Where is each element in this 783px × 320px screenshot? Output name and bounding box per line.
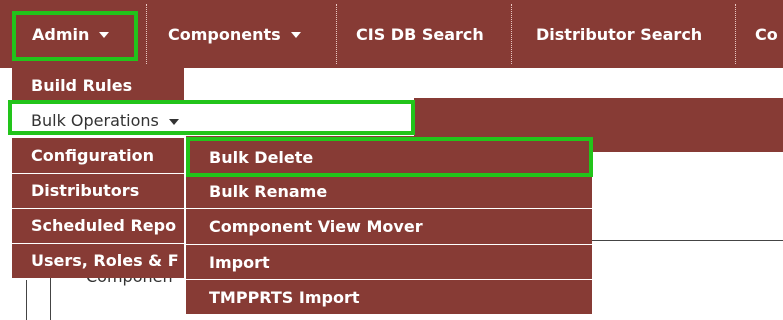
submenu-divider — [186, 244, 592, 245]
nav-components[interactable]: Components — [168, 0, 301, 68]
menu-item-build-rules[interactable]: Build Rules — [12, 68, 184, 103]
submenu-item-bulk-rename[interactable]: Bulk Rename — [186, 174, 592, 208]
bulk-operations-highlight-box — [8, 100, 415, 135]
submenu-item-tmpprts-import-label: TMPPRTS Import — [209, 287, 360, 307]
submenu-item-component-view-mover[interactable]: Component View Mover — [186, 209, 592, 243]
menu-item-distributors[interactable]: Distributors — [12, 173, 184, 208]
menu-item-distributors-label: Distributors — [31, 181, 140, 200]
nav-distributor-search[interactable]: Distributor Search — [536, 0, 702, 68]
menu-divider — [12, 243, 184, 244]
nav-cis-db-search-label: CIS DB Search — [356, 24, 484, 44]
menu-item-users-roles-label: Users, Roles & F — [31, 251, 179, 270]
nav-distributor-search-label: Distributor Search — [536, 24, 703, 44]
submenu-item-bulk-rename-label: Bulk Rename — [209, 181, 328, 201]
submenu-item-component-view-mover-label: Component View Mover — [209, 216, 423, 236]
submenu-item-tmpprts-import[interactable]: TMPPRTS Import — [186, 280, 592, 314]
menu-item-build-rules-label: Build Rules — [31, 76, 133, 95]
submenu-divider — [186, 208, 592, 209]
bulk-delete-highlight-box — [186, 137, 593, 177]
submenu-item-import[interactable]: Import — [186, 245, 592, 279]
nav-separator — [511, 4, 512, 64]
nav-separator — [735, 4, 736, 64]
nav-more[interactable]: Co — [755, 0, 778, 68]
menu-divider — [12, 173, 184, 174]
menu-item-users-roles[interactable]: Users, Roles & F — [12, 243, 184, 278]
nav-cis-db-search[interactable]: CIS DB Search — [356, 0, 484, 68]
menu-item-scheduled-reports[interactable]: Scheduled Repo — [12, 208, 184, 243]
submenu-item-import-label: Import — [209, 252, 270, 272]
chevron-down-icon — [290, 32, 301, 38]
menu-item-scheduled-reports-label: Scheduled Repo — [31, 216, 177, 235]
menu-divider — [12, 208, 184, 209]
nav-more-label: Co — [755, 24, 778, 44]
submenu-divider — [186, 279, 592, 280]
menu-item-configuration[interactable]: Configuration — [12, 138, 184, 173]
content-frame-top-border — [592, 240, 783, 241]
nav-separator — [336, 4, 337, 64]
nav-separator — [146, 4, 147, 64]
menu-item-configuration-label: Configuration — [31, 146, 155, 165]
admin-highlight-box — [12, 11, 138, 61]
nav-components-label: Components — [168, 24, 281, 44]
